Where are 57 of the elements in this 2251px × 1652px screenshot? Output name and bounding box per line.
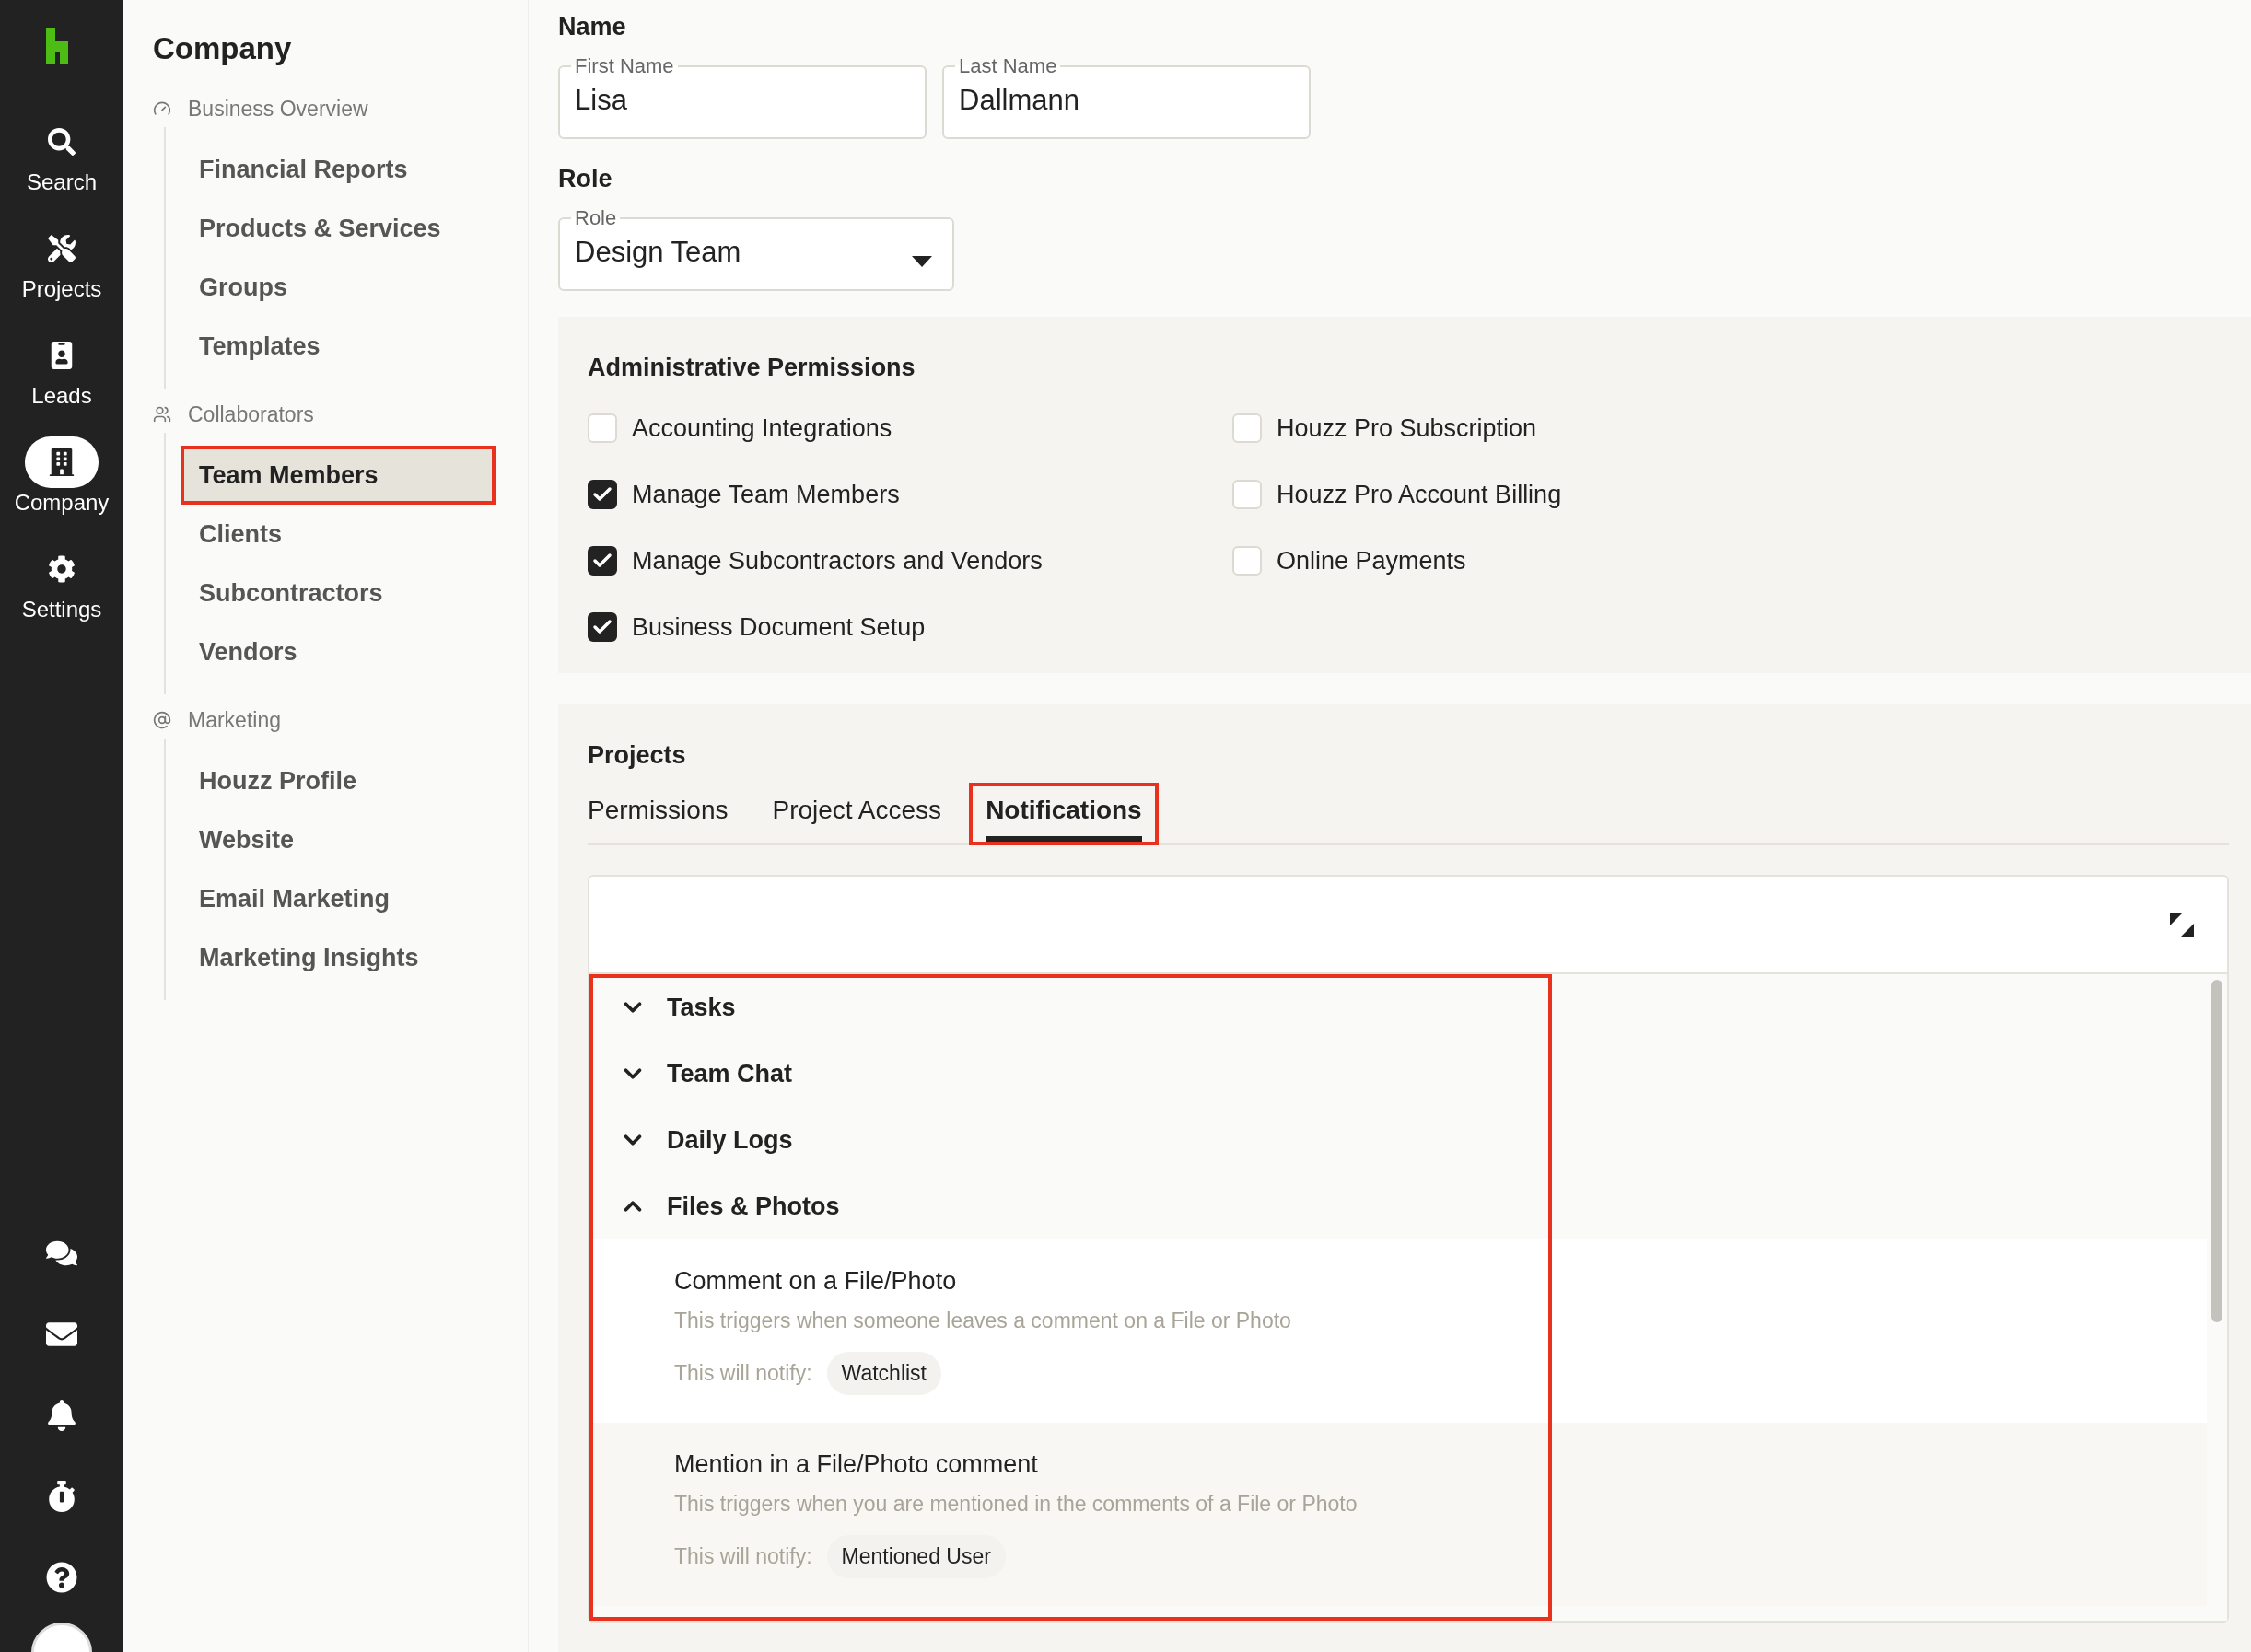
checkbox-label: Manage Subcontractors and Vendors — [632, 546, 1043, 576]
checkbox-label: Manage Team Members — [632, 480, 900, 509]
help-icon — [46, 1562, 77, 1593]
panel-title: Projects — [588, 741, 687, 770]
panel-title: Administrative Permissions — [588, 354, 916, 382]
notification-description: This triggers when you are mentioned in the comments of a File or Photo — [674, 1492, 1359, 1517]
checkbox-label: Business Document Setup — [632, 612, 926, 642]
recipient-tag: Mentioned User — [826, 1535, 1006, 1578]
checkbox[interactable] — [588, 612, 617, 642]
caret-icon — [912, 256, 932, 267]
checkbox[interactable] — [588, 546, 617, 576]
checkbox[interactable] — [588, 480, 617, 509]
notification-title: Comment on a File/Photo — [674, 1267, 958, 1296]
field-label: First Name — [574, 54, 675, 78]
tab[interactable]: Project Access — [755, 783, 959, 845]
stopwatch-icon — [46, 1481, 77, 1512]
checkbox-label: Accounting Integrations — [632, 413, 892, 443]
sidebar-section-heading: Business Overview — [188, 96, 368, 122]
sidebar-item[interactable]: Clients — [181, 505, 496, 564]
checkbox-label: Online Payments — [1277, 546, 1466, 576]
field-label: Last Name — [958, 54, 1058, 78]
tab[interactable]: Permissions — [571, 783, 745, 845]
notify-label: This will notify: — [674, 1361, 812, 1386]
sidebar-item[interactable]: Financial Reports — [181, 140, 496, 199]
notification-bell-icon — [46, 1400, 77, 1431]
at-sign-icon — [153, 711, 171, 729]
sidebar-item[interactable]: Marketing Insights — [181, 928, 496, 987]
sidebar-title: Company — [153, 31, 293, 66]
rail-nav-button[interactable]: Search — [0, 116, 123, 195]
sidebar-item[interactable]: Products & Services — [181, 199, 496, 258]
sidebar-item[interactable]: Website — [181, 810, 496, 869]
field-label: Role — [574, 206, 618, 230]
gauge-icon — [153, 99, 171, 118]
expand-icon — [2170, 913, 2194, 937]
sidebar-item[interactable]: Houzz Profile — [181, 751, 496, 810]
sidebar-item[interactable]: Groups — [181, 258, 496, 317]
sidebar-item[interactable]: Vendors — [181, 622, 496, 681]
people-icon — [153, 405, 171, 424]
sidebar-item[interactable]: Team Members — [181, 446, 496, 505]
sidebar-item[interactable]: Email Marketing — [181, 869, 496, 928]
notify-label: This will notify: — [674, 1544, 812, 1569]
checkbox-label: Houzz Pro Subscription — [1277, 413, 1537, 443]
sidebar-item[interactable]: Templates — [181, 317, 496, 376]
rail-nav-button[interactable]: Leads — [0, 330, 123, 409]
sidebar-section-heading: Collaborators — [188, 401, 314, 427]
rail-nav-button[interactable]: Company — [0, 436, 123, 516]
rail-nav-button[interactable]: Settings — [0, 543, 123, 622]
tab[interactable]: Notifications — [969, 783, 1159, 845]
checkbox-label: Houzz Pro Account Billing — [1277, 480, 1562, 509]
section-label: Role — [558, 165, 613, 193]
notification-title: Mention in a File/Photo comment — [674, 1450, 1039, 1479]
rail-nav-button[interactable]: Projects — [0, 223, 123, 302]
sidebar-section-heading: Marketing — [188, 707, 281, 733]
recipient-tag: Watchlist — [826, 1352, 941, 1395]
sidebar-item[interactable]: Subcontractors — [181, 564, 496, 622]
section-label: Name — [558, 13, 627, 41]
notification-description: This triggers when someone leaves a comment on a File or Photo — [674, 1309, 1292, 1333]
